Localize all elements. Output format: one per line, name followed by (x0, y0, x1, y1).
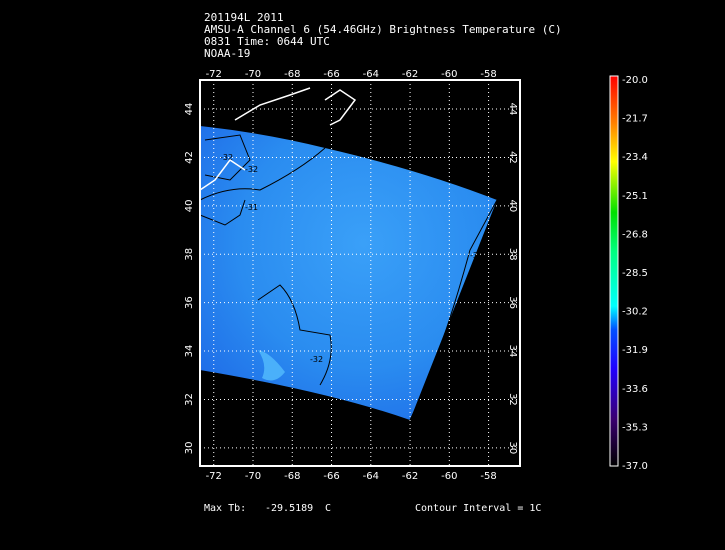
y-tick-right: 38 (507, 248, 518, 261)
max-tb-unit: C (325, 503, 332, 514)
x-tick-top: -70 (245, 69, 261, 80)
y-tick-left: 42 (184, 151, 195, 164)
contour-interval: Contour Interval = 1C (415, 503, 542, 514)
max-tb-label: Max Tb: (204, 503, 247, 514)
x-tick-bottom: -66 (323, 471, 339, 482)
y-tick-left: 40 (184, 199, 195, 212)
x-tick-top: -72 (206, 69, 222, 80)
y-tick-right: 44 (507, 103, 518, 116)
x-tick-bottom: -64 (363, 471, 379, 482)
x-tick-bottom: -58 (480, 471, 496, 482)
x-tick-top: -68 (284, 69, 300, 80)
colorbar-tick: -21.7 (622, 114, 648, 125)
x-tick-bottom: -72 (206, 471, 222, 482)
y-tick-left: 38 (184, 248, 195, 261)
y-tick-left: 32 (184, 393, 195, 406)
contour-label: -31 (245, 203, 258, 212)
x-tick-bottom: -70 (245, 471, 261, 482)
colorbar-tick: -35.3 (622, 422, 648, 433)
y-tick-left: 44 (184, 103, 195, 116)
y-tick-right: 40 (507, 199, 518, 212)
y-tick-left: 36 (184, 296, 195, 309)
x-tick-top: -66 (323, 69, 339, 80)
colorbar-tick: -33.6 (622, 384, 648, 395)
x-tick-top: -64 (363, 69, 379, 80)
x-tick-top: -60 (441, 69, 457, 80)
x-tick-top: -58 (480, 69, 496, 80)
contour-label: -32 (310, 355, 323, 364)
colorbar-tick: -30.2 (622, 307, 648, 318)
colorbar-tick: -28.5 (622, 268, 648, 279)
y-tick-right: 30 (507, 441, 518, 454)
x-tick-bottom: -62 (402, 471, 418, 482)
colorbar-tick: -31.9 (622, 345, 648, 356)
colorbar-tick: -37.0 (622, 461, 648, 472)
x-tick-top: -62 (402, 69, 418, 80)
x-tick-bottom: -60 (441, 471, 457, 482)
colorbar-tick: -20.0 (622, 75, 648, 86)
y-tick-right: 36 (507, 296, 518, 309)
colorbar (609, 75, 619, 467)
colorbar-tick: -26.8 (622, 229, 648, 240)
max-tb-value: -29.5189 (265, 503, 314, 514)
x-tick-bottom: -68 (284, 471, 300, 482)
y-tick-left: 30 (184, 441, 195, 454)
y-tick-right: 34 (507, 345, 518, 358)
colorbar-tick: -23.4 (622, 152, 648, 163)
y-tick-right: 42 (507, 151, 518, 164)
y-tick-right: 32 (507, 393, 518, 406)
contour-label: -32 (245, 165, 258, 174)
y-tick-left: 34 (184, 345, 195, 358)
colorbar-tick: -25.1 (622, 191, 648, 202)
map-chart: -32-31-32-32-32 -72-72-70-70-68-68-66-66… (184, 69, 648, 482)
contour-label: -32 (470, 251, 483, 260)
